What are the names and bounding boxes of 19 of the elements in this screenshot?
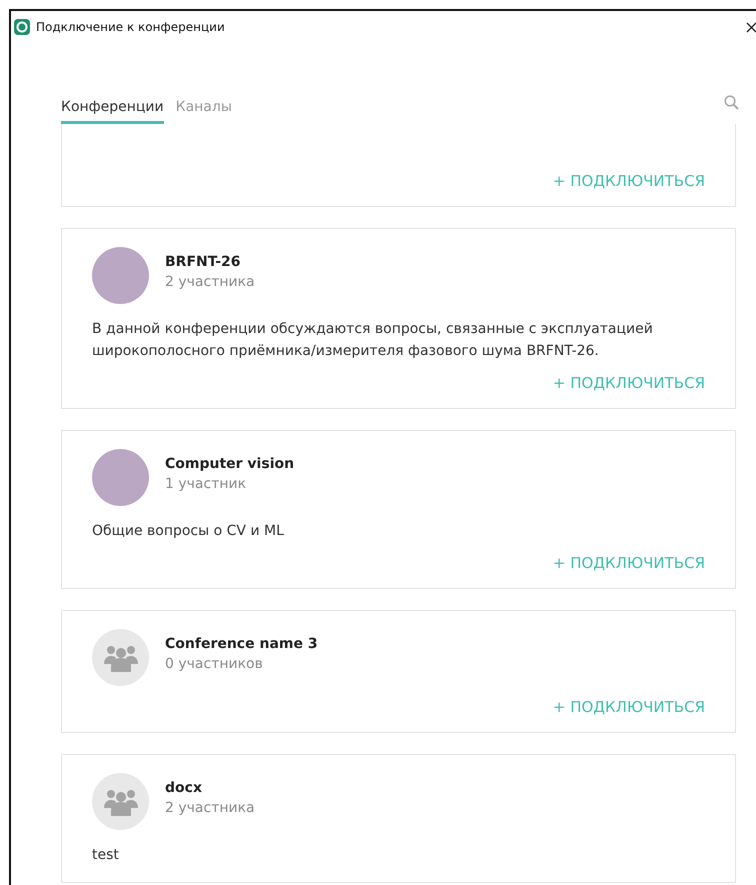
conference-name: BRFNT-26 bbox=[165, 254, 242, 270]
conference-description: В данной конференции обсуждаются вопросы, связанные с эксплуатацией широкополосного приёмника/измерителя фазового шума BRFNT-26. bbox=[92, 320, 654, 361]
conference-name: Conference name 3 bbox=[165, 636, 318, 652]
member-count: 2 участника bbox=[165, 800, 255, 816]
member-count: 0 участников bbox=[165, 656, 264, 672]
conference-name: Computer vision bbox=[165, 456, 294, 472]
join-button[interactable]: + ПОДКЛЮЧИТЬСЯ bbox=[552, 554, 705, 572]
conference-name: docx bbox=[165, 780, 203, 796]
member-count: 1 участник bbox=[165, 476, 248, 492]
app-logo-icon bbox=[14, 19, 30, 35]
conference-description: Общие вопросы о CV и ML bbox=[92, 522, 285, 541]
member-count: 2 участника bbox=[165, 274, 255, 290]
join-button[interactable]: + ПОДКЛЮЧИТЬСЯ bbox=[552, 374, 705, 392]
window-title: Подключение к конференции bbox=[36, 20, 226, 34]
tab[interactable]: Каналы bbox=[176, 99, 232, 124]
join-button[interactable]: + ПОДКЛЮЧИТЬСЯ bbox=[552, 698, 705, 716]
conference-description: test bbox=[92, 846, 120, 865]
close-icon[interactable] bbox=[746, 22, 756, 32]
join-button[interactable]: + ПОДКЛЮЧИТЬСЯ bbox=[552, 172, 705, 190]
